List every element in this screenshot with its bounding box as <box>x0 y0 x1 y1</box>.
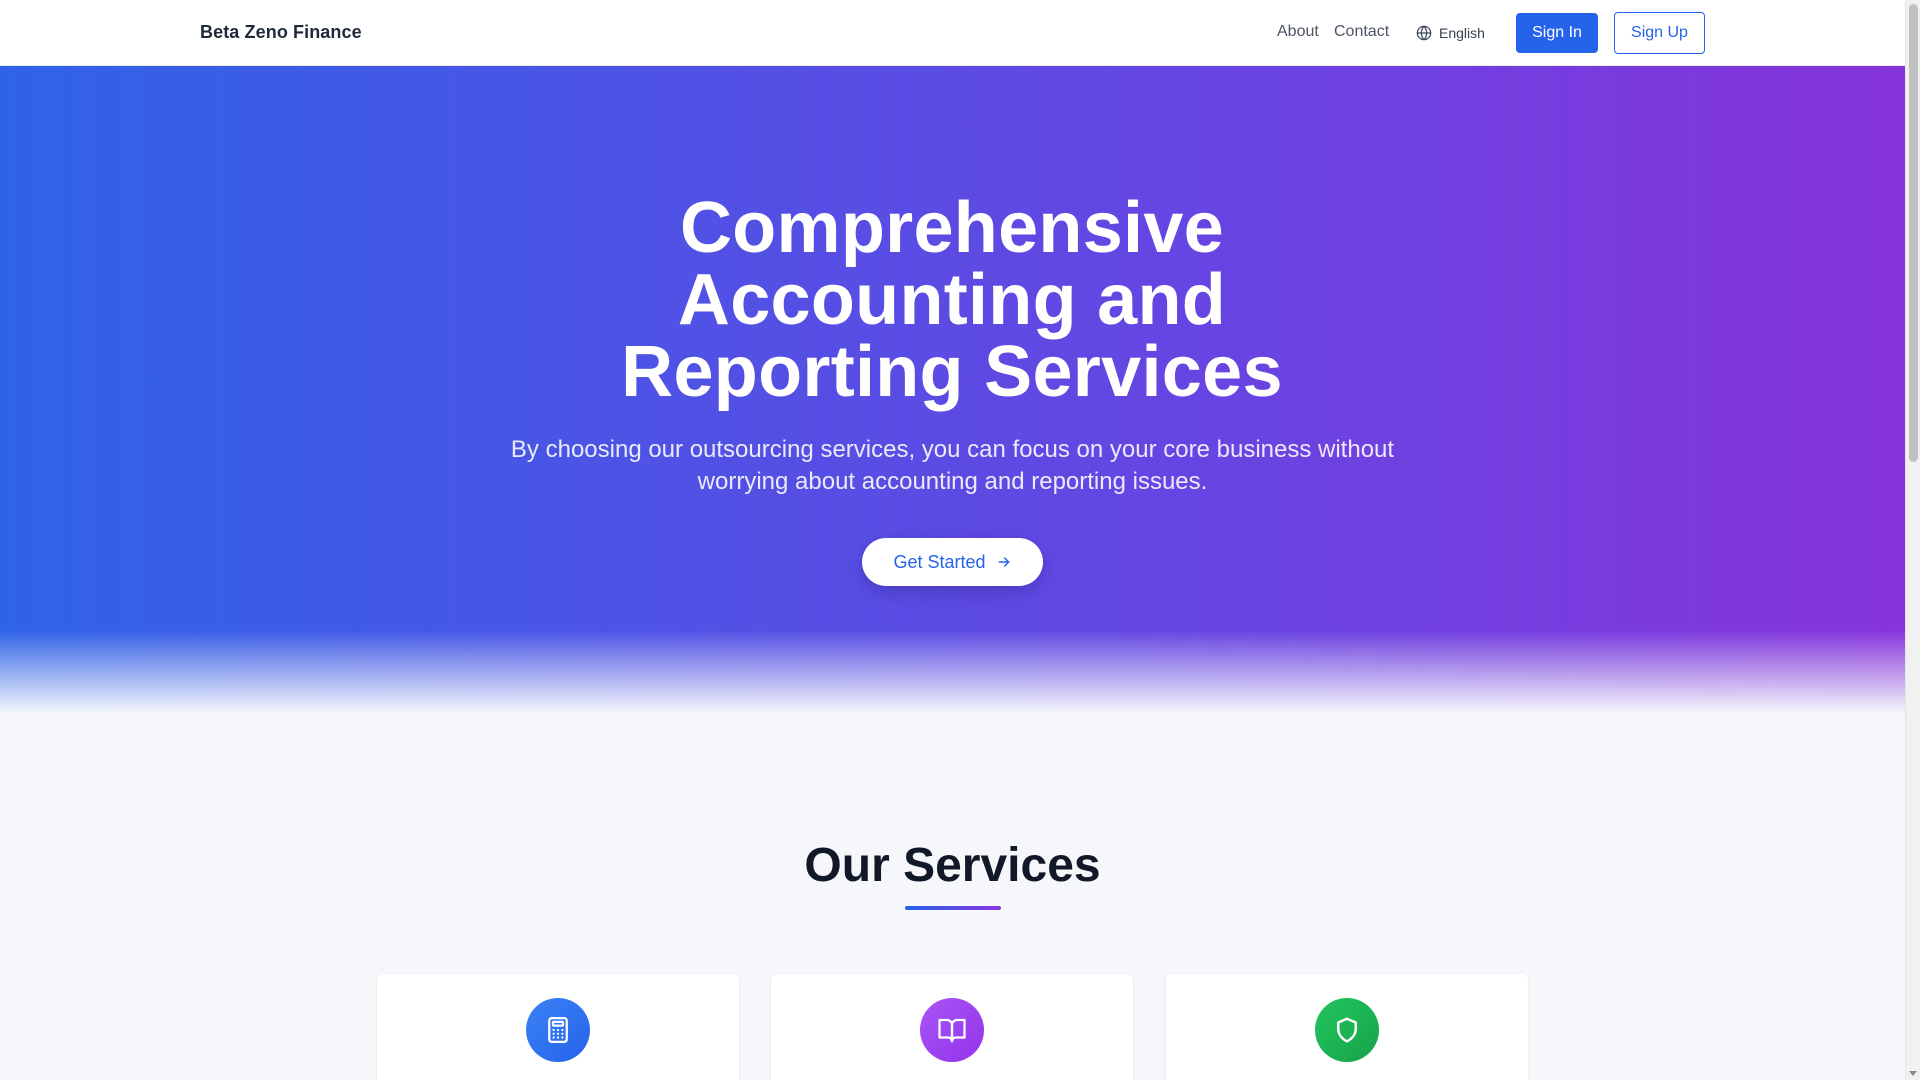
hero-section: Comprehensive Accounting and Reporting S… <box>0 66 1905 714</box>
brand-logo[interactable]: Beta Zeno Finance <box>200 22 362 43</box>
book-open-icon <box>920 998 984 1062</box>
calculator-icon <box>526 998 590 1062</box>
language-label: English <box>1439 25 1485 41</box>
get-started-label: Get Started <box>893 551 986 572</box>
services-title: Our Services <box>804 839 1101 892</box>
scroll-down-arrow-icon[interactable] <box>1909 1071 1917 1076</box>
sign-in-button[interactable]: Sign In <box>1516 13 1598 53</box>
page-scrollbar[interactable] <box>1905 0 1920 1080</box>
page: Beta Zeno Finance About Contact English … <box>0 0 1920 1080</box>
hero-fade <box>0 630 1905 714</box>
get-started-button[interactable]: Get Started <box>862 538 1043 586</box>
sign-up-button[interactable]: Sign Up <box>1614 12 1705 54</box>
arrow-right-icon <box>996 554 1012 570</box>
top-navigation: Beta Zeno Finance About Contact English … <box>0 0 1905 66</box>
scrollbar-thumb[interactable] <box>1909 4 1918 462</box>
service-card[interactable] <box>1166 974 1528 1080</box>
hero-subtitle: By choosing our outsourcing services, yo… <box>510 436 1395 495</box>
hero-title: Comprehensive Accounting and Reporting S… <box>621 188 1283 412</box>
services-title-underline <box>905 906 1001 910</box>
nav-about-link[interactable]: About <box>1277 23 1319 41</box>
nav-contact-link[interactable]: Contact <box>1334 23 1389 41</box>
service-card[interactable] <box>377 974 739 1080</box>
language-selector[interactable]: English <box>1416 22 1485 44</box>
shield-icon <box>1315 998 1379 1062</box>
service-card[interactable] <box>771 974 1133 1080</box>
globe-icon <box>1416 25 1432 41</box>
